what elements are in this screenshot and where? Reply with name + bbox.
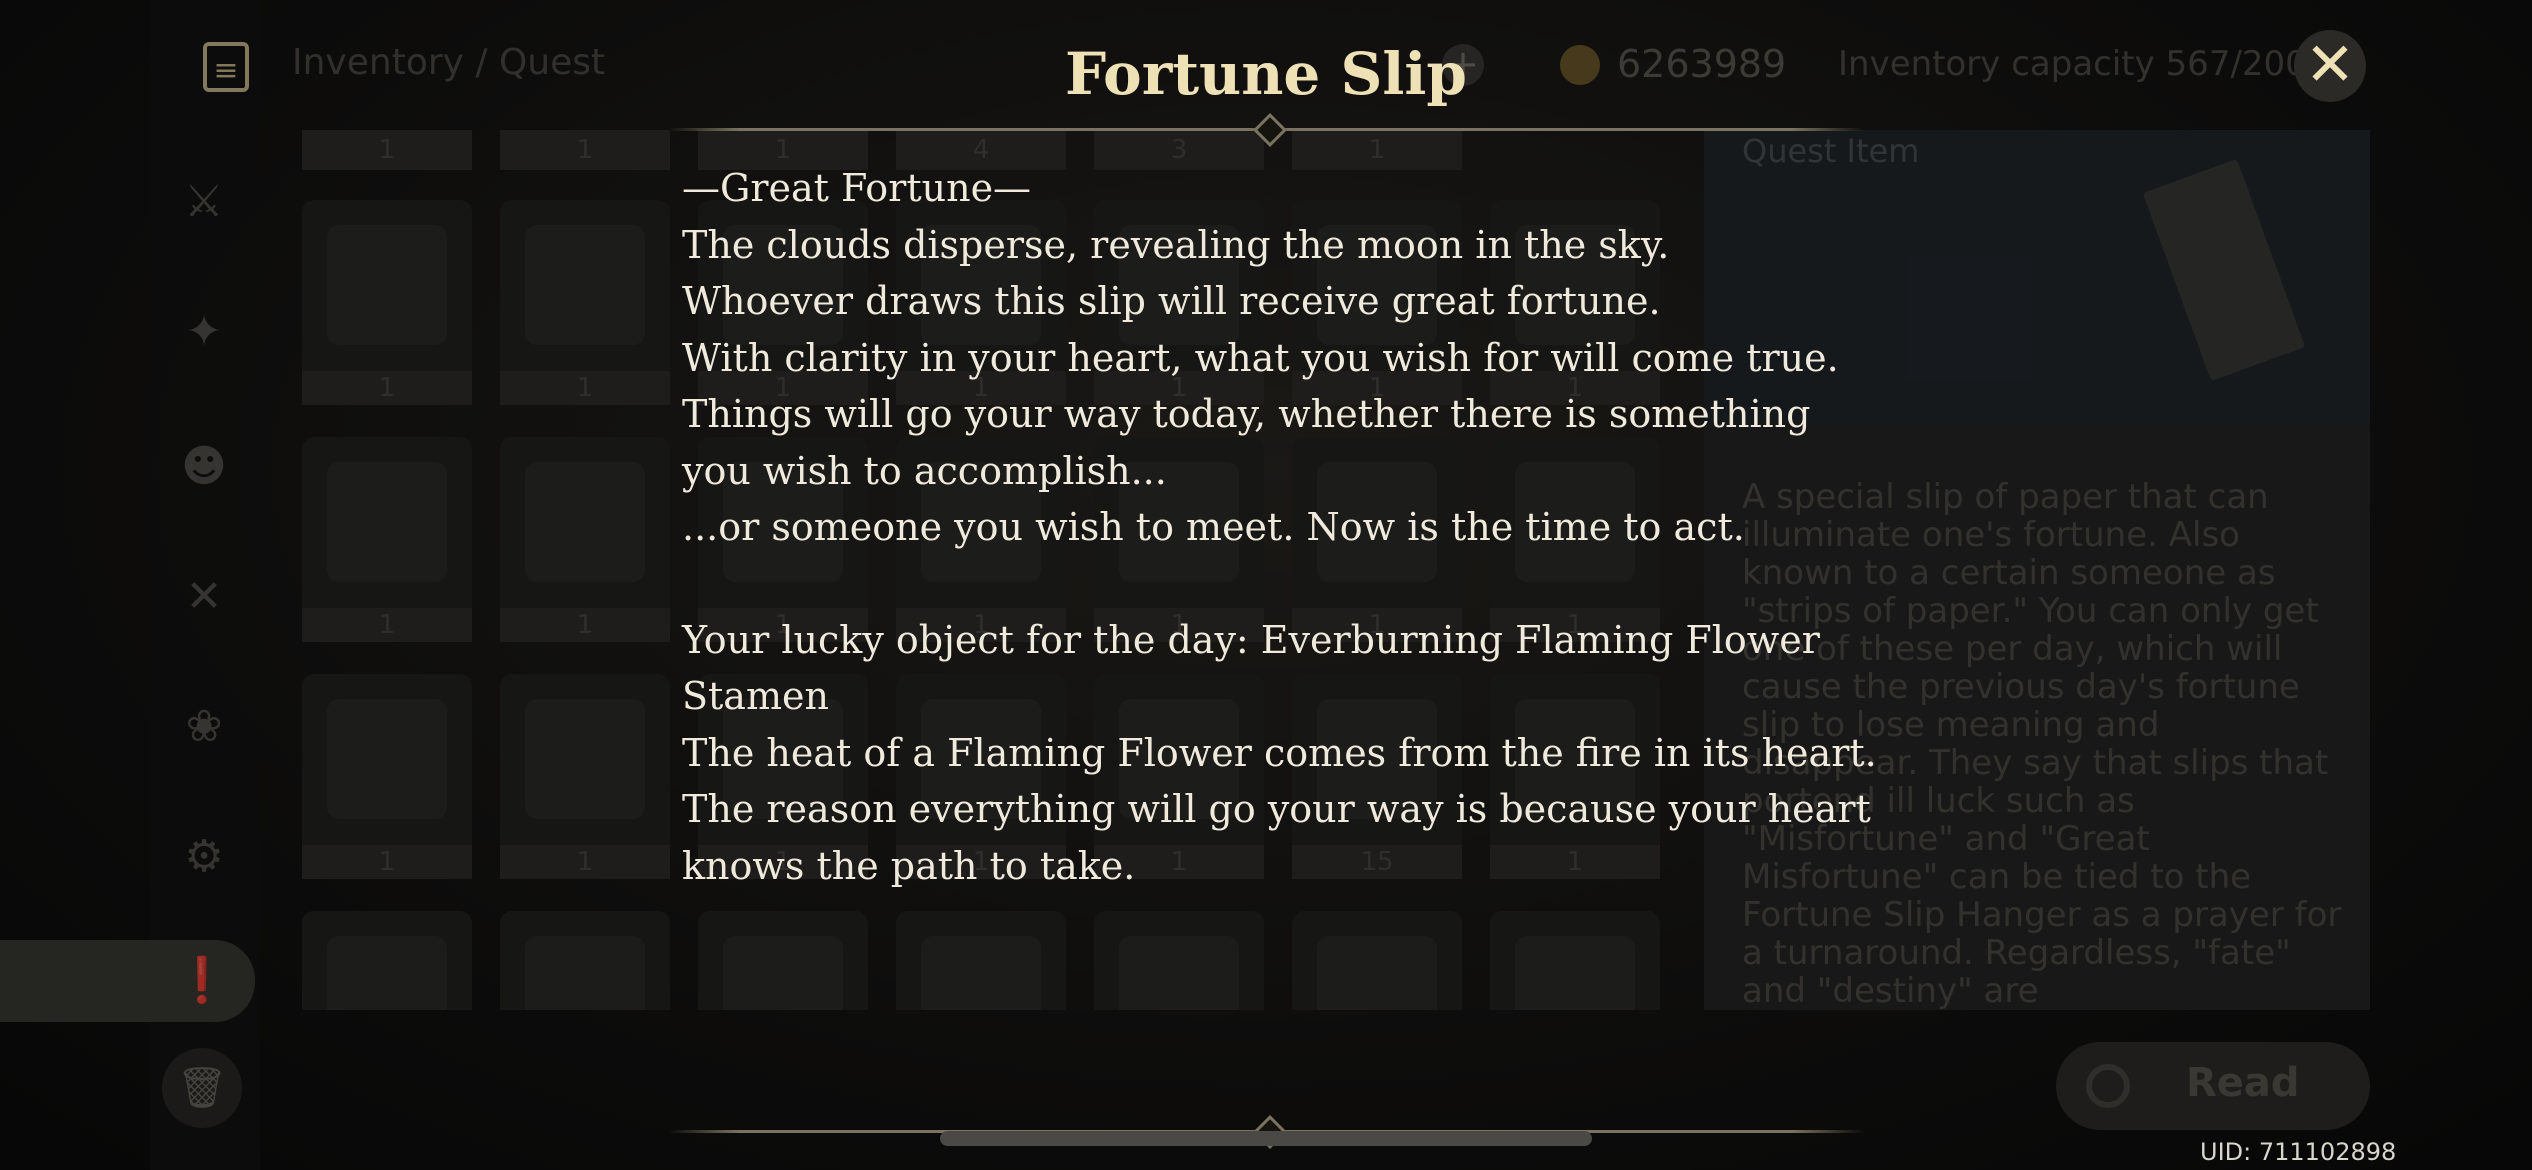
fortune-line: Whoever draws this slip will receive gre… [682,279,1661,323]
fortune-line: The reason everything will go your way i… [682,787,1871,888]
fortune-heading: —Great Fortune— [682,166,1032,210]
uid-label: UID: 711102898 [2200,1138,2397,1166]
dialog-scrollbar[interactable] [940,1131,1592,1146]
fortune-line: ...or someone you wish to meet. Now is t… [682,505,1745,549]
fortune-line: Your lucky object for the day: Everburni… [682,617,1820,719]
divider-top [668,113,1864,147]
fortune-line: The heat of a Flaming Flower comes from … [682,730,1877,775]
fortune-line: The clouds disperse, revealing the moon … [682,222,1670,267]
close-icon[interactable]: ✕ [2294,30,2366,102]
fortune-slip-text: —Great Fortune— The clouds disperse, rev… [682,160,1882,894]
dialog-title: Fortune Slip [1065,40,1467,108]
fortune-line: With clarity in your heart, what you wis… [682,335,1839,380]
fortune-line: Things will go your way today, whether t… [682,392,1811,493]
